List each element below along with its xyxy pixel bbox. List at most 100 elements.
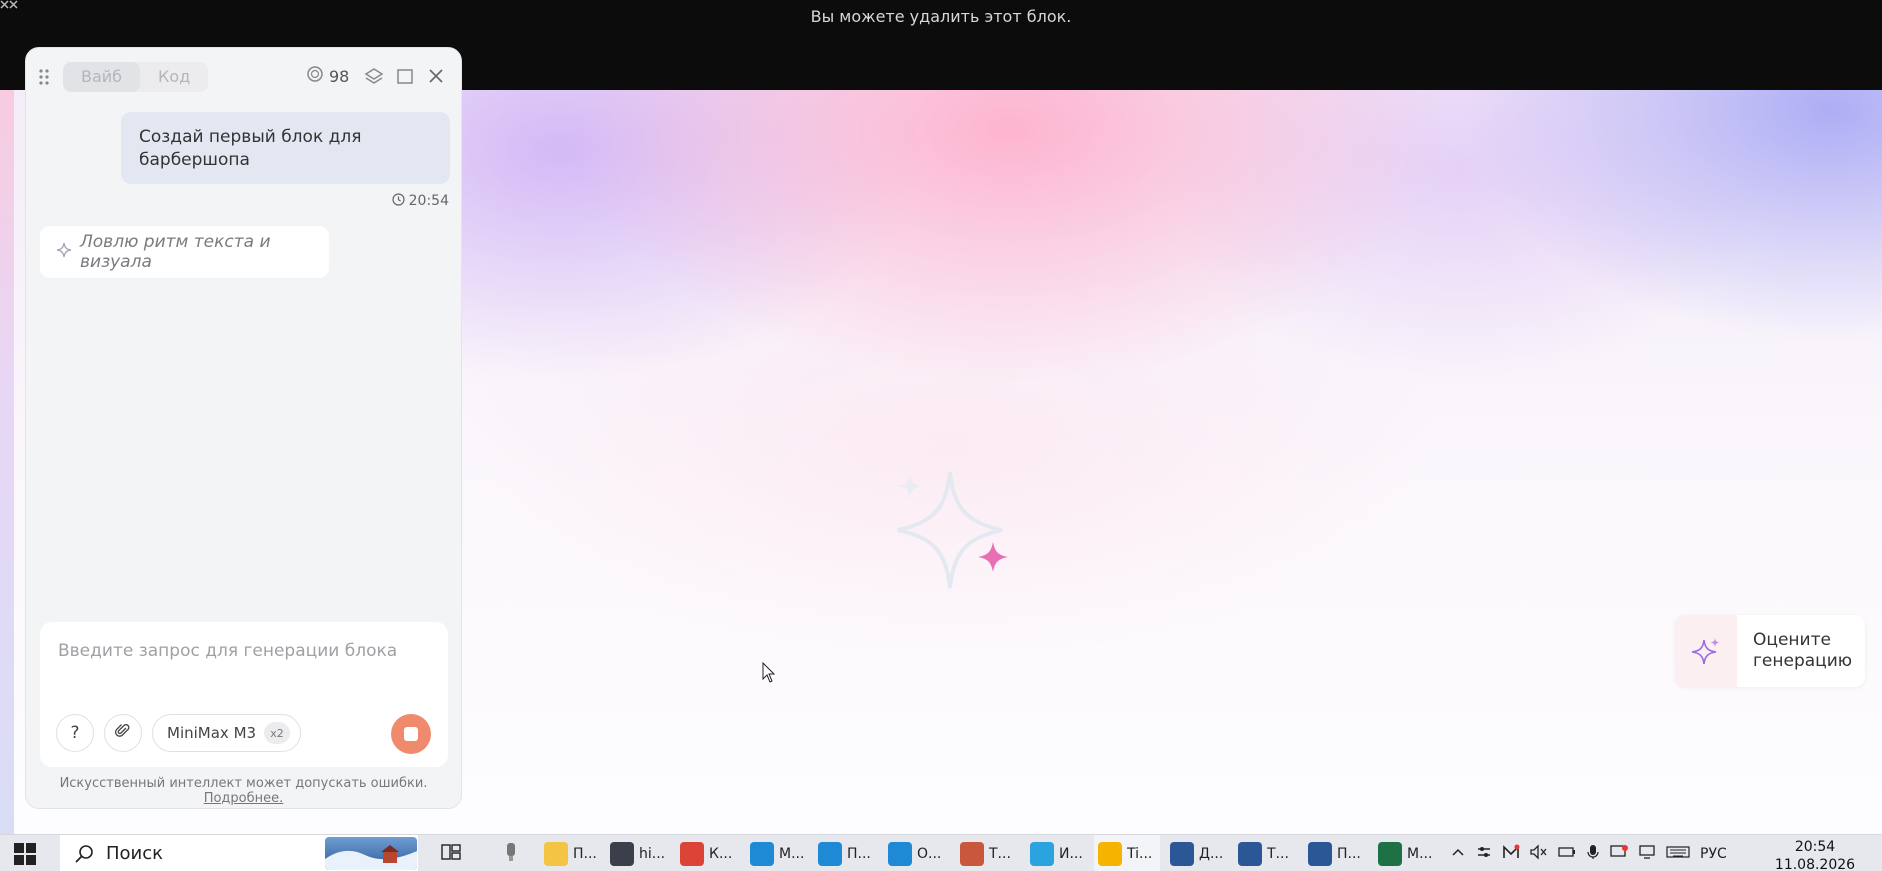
layers-icon[interactable] bbox=[362, 64, 386, 88]
taskbar-app-12[interactable]: М... bbox=[1374, 835, 1440, 871]
folder-icon bbox=[544, 841, 568, 866]
attach-button[interactable] bbox=[104, 714, 142, 752]
taskbar-app-label: О... bbox=[917, 845, 942, 862]
close-icon[interactable] bbox=[424, 64, 448, 88]
network-icon[interactable] bbox=[1610, 844, 1628, 864]
rate-generation-label: Оцените генерацию bbox=[1753, 630, 1853, 671]
disclaimer-more-link[interactable]: Подробнее. bbox=[204, 791, 284, 806]
taskbar-app-label: П... bbox=[573, 845, 597, 862]
taskbar-app-1[interactable]: hi... bbox=[606, 835, 672, 871]
message-timestamp: 20:54 bbox=[392, 192, 449, 210]
maximize-icon[interactable] bbox=[393, 64, 417, 88]
rate-sparkle-icon bbox=[1675, 615, 1737, 687]
stop-icon bbox=[404, 727, 418, 741]
taskbar-app-0[interactable]: П... bbox=[540, 835, 606, 871]
yandex-browser-icon bbox=[1098, 841, 1122, 866]
panel-header: Вайб Код 98 bbox=[26, 48, 461, 106]
word-icon bbox=[1308, 841, 1332, 866]
taskbar-mic-app[interactable] bbox=[496, 835, 522, 871]
taskbar-app-11[interactable]: П... bbox=[1304, 835, 1370, 871]
help-button[interactable]: ? bbox=[56, 714, 94, 752]
display-icon[interactable] bbox=[1638, 844, 1656, 864]
battery-icon[interactable] bbox=[1558, 844, 1576, 864]
taskbar-app-label: Ti... bbox=[1127, 845, 1153, 862]
prompt-input[interactable] bbox=[58, 636, 430, 666]
search-highlight-image bbox=[325, 837, 417, 870]
tray-settings-icon[interactable] bbox=[1476, 844, 1492, 864]
clock-date: 11.08.2026 bbox=[1774, 857, 1856, 871]
taskbar-app-7[interactable]: И... bbox=[1026, 835, 1092, 871]
yandex-icon bbox=[960, 841, 984, 866]
taskbar-app-label: Т... bbox=[1267, 845, 1289, 862]
taskbar: Поиск П... hi... К... М... П... О... Т... И... T… bbox=[0, 834, 1882, 871]
chrome-icon bbox=[680, 841, 704, 866]
message-time: 20:54 bbox=[408, 193, 449, 209]
mouse-cursor-icon bbox=[762, 661, 776, 684]
mode-switch: Вайб Код bbox=[63, 62, 209, 92]
volume-muted-icon[interactable] bbox=[1530, 843, 1548, 864]
taskbar-app-10[interactable]: Т... bbox=[1234, 835, 1300, 871]
tab-code[interactable]: Код bbox=[140, 62, 208, 92]
taskbar-app-label: Т... bbox=[989, 845, 1011, 862]
stop-generation-button[interactable] bbox=[391, 714, 431, 754]
app-icon bbox=[610, 841, 634, 866]
telegram-icon bbox=[1030, 841, 1054, 866]
credits-icon bbox=[306, 65, 324, 87]
word-icon bbox=[1238, 841, 1262, 866]
loading-sparkle-icon bbox=[880, 460, 1020, 600]
taskbar-app-9[interactable]: Д... bbox=[1166, 835, 1232, 871]
credits-value: 98 bbox=[329, 66, 350, 86]
microphone-icon[interactable] bbox=[1586, 844, 1600, 864]
taskbar-app-3[interactable]: М... bbox=[746, 835, 812, 871]
taskbar-search-label: Поиск bbox=[106, 843, 164, 864]
tab-vibe[interactable]: Вайб bbox=[63, 62, 141, 92]
taskbar-app-label: К... bbox=[709, 845, 733, 862]
taskview-button[interactable] bbox=[436, 835, 462, 871]
windows-start-icon[interactable] bbox=[14, 843, 36, 865]
taskbar-app-8[interactable]: Ti... bbox=[1094, 835, 1160, 871]
model-multiplier-badge: x2 bbox=[264, 722, 291, 744]
disclaimer-text: Искусственный интеллект может допускать … bbox=[59, 776, 428, 791]
banner-message: Вы можете удалить этот блок. bbox=[810, 7, 1072, 26]
keyboard-icon[interactable] bbox=[1666, 844, 1690, 864]
clock-time: 20:54 bbox=[1794, 839, 1836, 855]
ai-disclaimer: Искусственный интеллект может допускать … bbox=[26, 776, 461, 806]
rate-generation-widget[interactable]: Оцените генерацию bbox=[1675, 615, 1865, 687]
taskbar-app-label: И... bbox=[1059, 845, 1083, 862]
taskbar-clock[interactable]: 20:54 11.08.2026 bbox=[1770, 838, 1860, 871]
user-message-bubble: Создай первый блок для барбершопа bbox=[121, 112, 450, 184]
assistant-status-text: Ловлю ритм текста и визуала bbox=[80, 232, 271, 272]
taskbar-app-label: М... bbox=[1407, 845, 1433, 862]
taskbar-app-label: П... bbox=[1337, 845, 1361, 862]
tray-app-icon[interactable] bbox=[1502, 844, 1520, 864]
prompt-composer: ? MiniMax M3 x2 bbox=[40, 622, 448, 767]
system-tray: РУС bbox=[1450, 835, 1727, 871]
chat-panel: Вайб Код 98 Создай первый блок для барбе… bbox=[25, 47, 462, 809]
chevron-up-icon[interactable] bbox=[1450, 844, 1466, 864]
taskbar-app-4[interactable]: П... bbox=[814, 835, 880, 871]
model-name: MiniMax M3 bbox=[167, 724, 257, 742]
search-icon bbox=[74, 844, 94, 864]
vscode-icon bbox=[750, 841, 774, 866]
taskbar-app-2[interactable]: К... bbox=[676, 835, 742, 871]
taskbar-app-label: М... bbox=[779, 845, 805, 862]
sparkle-icon bbox=[56, 242, 72, 263]
taskbar-app-5[interactable]: О... bbox=[884, 835, 950, 871]
taskbar-app-6[interactable]: Т... bbox=[956, 835, 1022, 871]
drag-handle-icon[interactable] bbox=[38, 68, 50, 86]
taskbar-app-label: П... bbox=[847, 845, 871, 862]
model-selector[interactable]: MiniMax M3 x2 bbox=[152, 714, 302, 752]
language-indicator[interactable]: РУС bbox=[1700, 846, 1727, 862]
clock-icon bbox=[392, 192, 405, 210]
taskbar-app-label: Д... bbox=[1199, 845, 1224, 862]
excel-icon bbox=[1378, 841, 1402, 866]
task-view-icon bbox=[440, 841, 462, 867]
canvas-left-edge bbox=[0, 90, 14, 834]
taskbar-app-label: hi... bbox=[639, 845, 666, 862]
assistant-status: Ловлю ритм текста и визуала bbox=[40, 226, 329, 278]
vscode-icon bbox=[888, 841, 912, 866]
word-icon bbox=[1170, 841, 1194, 866]
microphone-app-icon bbox=[500, 841, 522, 867]
vscode-icon bbox=[818, 841, 842, 866]
paperclip-icon bbox=[114, 723, 131, 744]
